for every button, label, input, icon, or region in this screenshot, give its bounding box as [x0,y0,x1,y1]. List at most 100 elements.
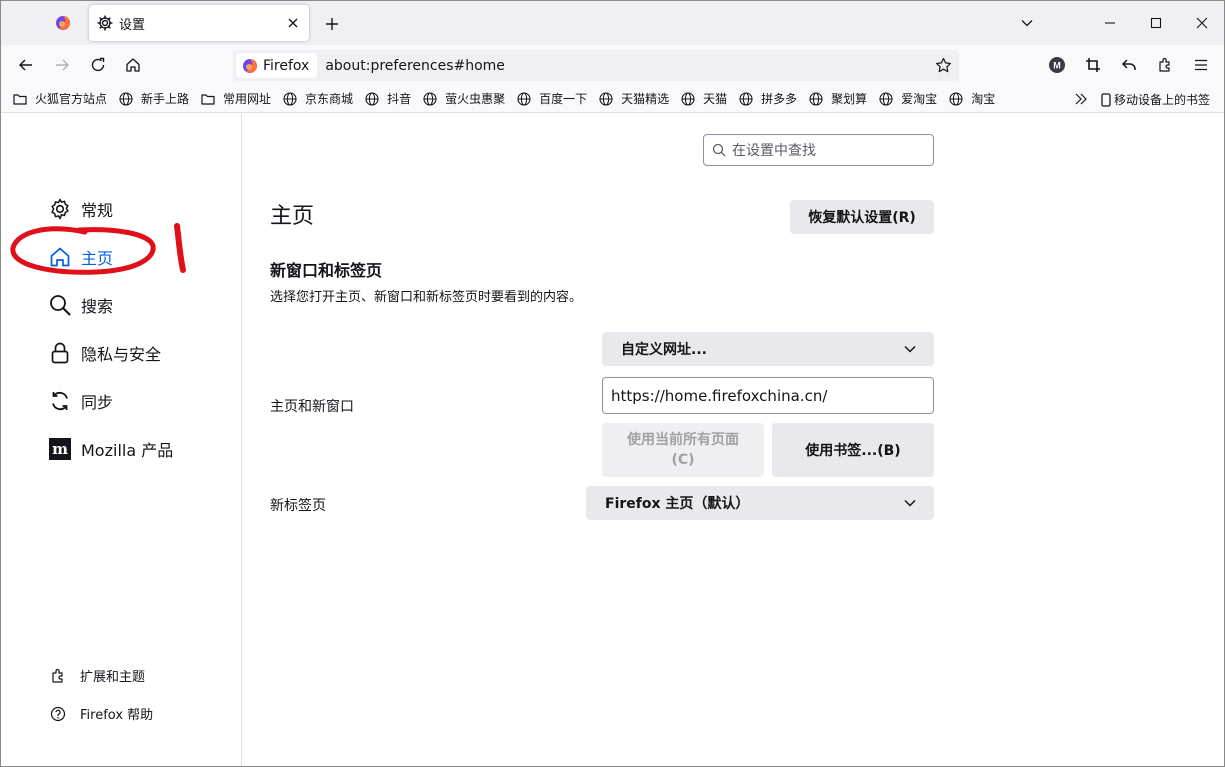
homepage-mode-value: 自定义网址... [621,342,707,358]
globe-icon [423,91,441,106]
tab-strip: 设置 [1,1,1224,45]
bookmark-item[interactable]: 火狐官方站点 [13,90,107,107]
bookmarks-list: 火狐官方站点 新手上路 常用网址 京东商城 抖音 萤火虫惠聚 百度一下 天猫精选 天猫 拼多多 聚划… [1,90,995,107]
homepage-mode-select[interactable]: 自定义网址... [602,332,934,366]
identity-box[interactable]: Firefox [236,53,318,78]
section-title: 新窗口和标签页 [270,261,383,280]
bookmark-item[interactable]: 萤火虫惠聚 [423,90,505,107]
bookmark-label: 萤火虫惠聚 [445,92,506,106]
screenshot-button[interactable] [1079,51,1107,79]
bookmark-label: 拼多多 [761,92,798,106]
globe-icon [599,91,617,106]
browser-window: 设置 Firefox about:preferences#home M 火狐官方… [0,0,1225,767]
mozilla-icon: m [47,436,73,462]
extensions-icon [1159,57,1170,72]
bookmark-label: 常用网址 [223,92,272,106]
bookmark-item[interactable]: 淘宝 [949,90,995,107]
bookmark-label: 天猫 [703,92,728,106]
extensions-button[interactable] [1151,51,1179,79]
category-sync[interactable]: 同步 [47,387,113,415]
bookmark-item[interactable]: 新手上路 [119,90,189,107]
tab-close-button[interactable] [283,13,303,33]
tab-firefox[interactable] [41,7,85,39]
arrow-right-icon [56,59,69,71]
addons-link-label: 扩展和主题 [80,670,146,685]
help-link[interactable]: Firefox 帮助 [48,704,153,723]
puzzle-icon [48,668,68,684]
categories-sidebar: 常规 主页 搜索 隐私与安全 同步 m Mozilla 产品 扩展和主题 Fir… [1,114,242,766]
window-close-button[interactable] [1186,7,1218,39]
mobile-bookmarks[interactable]: 移动设备上的书签 [1101,91,1210,108]
account-button[interactable]: M [1043,51,1071,79]
globe-icon [809,91,827,106]
globe-icon [283,91,301,106]
nav-bar: Firefox about:preferences#home M [1,45,1224,85]
bookmarks-overflow-button[interactable] [1071,89,1091,109]
undo-icon [1121,59,1136,70]
svg-text:m: m [52,440,68,458]
homepage-url-input[interactable]: https://home.firefoxchina.cn/ [602,377,934,414]
search-icon [712,143,726,157]
bookmark-item[interactable]: 抖音 [365,90,411,107]
use-current-pages-label: 使用当前所有页面 [627,432,739,448]
category-mozilla-products-label: Mozilla 产品 [81,441,174,460]
category-privacy[interactable]: 隐私与安全 [47,339,161,367]
bookmark-item[interactable]: 拼多多 [739,90,797,107]
bookmark-star-button[interactable] [929,52,957,80]
chevron-down-icon [902,342,918,356]
url-bar[interactable]: Firefox about:preferences#home [233,50,959,81]
bookmark-label: 聚划算 [831,92,868,106]
back-button[interactable] [12,51,40,79]
bookmark-label: 爱淘宝 [901,92,938,106]
globe-icon [739,91,757,106]
bookmark-item[interactable]: 天猫精选 [599,90,669,107]
globe-icon [365,91,383,106]
crop-icon [1086,58,1100,72]
settings-search-placeholder: 在设置中查找 [732,143,816,159]
bookmark-label: 天猫精选 [621,92,670,106]
bookmark-item[interactable]: 天猫 [681,90,727,107]
forward-button[interactable] [48,51,76,79]
bookmark-item[interactable]: 京东商城 [283,90,353,107]
addons-link[interactable]: 扩展和主题 [48,666,145,685]
bookmark-item[interactable]: 聚划算 [809,90,867,107]
settings-search-input[interactable]: 在设置中查找 [703,134,934,166]
list-all-tabs-button[interactable] [1011,7,1043,39]
preferences-content: 常规 主页 搜索 隐私与安全 同步 m Mozilla 产品 扩展和主题 Fir… [1,114,1224,766]
phone-icon [1101,92,1111,107]
gear-icon [47,196,73,222]
use-bookmark-button[interactable]: 使用书签...(B) [772,423,934,477]
maximize-button[interactable] [1140,7,1172,39]
url-text[interactable]: about:preferences#home [325,58,929,74]
bookmark-item[interactable]: 百度一下 [517,90,587,107]
undo-button[interactable] [1115,51,1143,79]
restore-defaults-button[interactable]: 恢复默认设置(R) [790,200,934,234]
newtab-label: 新标签页 [270,498,326,514]
category-home[interactable]: 主页 [47,243,113,271]
app-menu-button[interactable] [1187,51,1215,79]
bookmark-label: 京东商城 [305,92,354,106]
firefox-icon [56,16,70,30]
bookmark-label: 新手上路 [141,92,190,106]
folder-icon [201,93,219,105]
minimize-button[interactable] [1094,7,1126,39]
category-general[interactable]: 常规 [47,195,113,223]
category-mozilla-products[interactable]: m Mozilla 产品 [47,435,173,463]
category-search[interactable]: 搜索 [47,291,113,319]
reload-button[interactable] [84,51,112,79]
bookmark-item[interactable]: 爱淘宝 [879,90,937,107]
gear-icon [97,15,113,31]
tab-settings[interactable]: 设置 [89,5,309,41]
help-link-label: Firefox 帮助 [80,708,154,723]
maximize-icon [1150,17,1162,29]
globe-icon [681,91,699,106]
bookmark-label: 淘宝 [971,92,996,106]
firefox-icon [243,58,257,73]
home-button[interactable] [119,51,147,79]
newtab-mode-select[interactable]: Firefox 主页（默认） [586,486,934,520]
category-general-label: 常规 [81,201,114,220]
new-tab-button[interactable] [319,11,345,37]
bookmark-item[interactable]: 常用网址 [201,90,271,107]
help-icon [48,706,68,722]
account-icon: M [1049,57,1065,73]
